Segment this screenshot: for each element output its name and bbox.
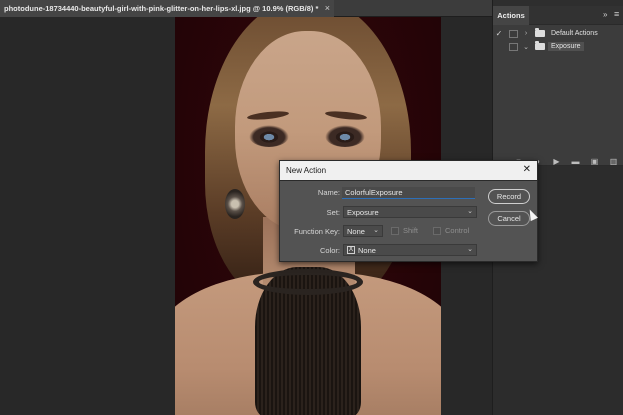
action-set-label: Default Actions bbox=[551, 30, 598, 37]
expand-chevron-icon[interactable]: › bbox=[520, 30, 532, 37]
new-action-dialog: New Action ✕ Name: ColorfulExposure Set:… bbox=[279, 160, 538, 262]
record-button[interactable]: Record bbox=[488, 189, 530, 204]
collapse-panel-icon[interactable]: » bbox=[603, 10, 607, 19]
action-set-default-actions[interactable]: ✓ › Default Actions bbox=[493, 27, 623, 40]
set-dropdown-value: Exposure bbox=[347, 207, 379, 217]
shift-checkbox[interactable] bbox=[391, 227, 399, 235]
toggle-item-checkmark-icon[interactable]: ✓ bbox=[493, 29, 505, 38]
chevron-down-icon: ⌄ bbox=[373, 227, 379, 234]
actions-panel-header: Actions » ≡ bbox=[493, 6, 623, 25]
no-color-swatch-icon: X bbox=[347, 246, 355, 254]
function-key-label: Function Key: bbox=[294, 227, 340, 236]
document-tab-bar: photodune-18734440-beautyful-girl-with-p… bbox=[0, 0, 492, 17]
folder-icon bbox=[535, 41, 545, 50]
toggle-dialog-icon[interactable] bbox=[509, 42, 518, 51]
panel-menu-icon[interactable]: ≡ bbox=[614, 9, 619, 19]
name-label: Name: bbox=[317, 188, 340, 197]
color-dropdown-value: None bbox=[358, 245, 376, 255]
photo-necklace-band bbox=[253, 269, 363, 295]
chevron-down-icon: ⌄ bbox=[467, 208, 473, 215]
shift-label: Shift bbox=[403, 226, 419, 235]
action-name-input[interactable]: ColorfulExposure bbox=[342, 187, 475, 199]
cancel-button[interactable]: Cancel bbox=[488, 211, 530, 226]
close-tab-icon[interactable]: × bbox=[325, 3, 330, 13]
photo-left-eye bbox=[249, 125, 289, 147]
chevron-down-icon: ⌄ bbox=[467, 246, 473, 253]
document-tab-title: photodune-18734440-beautyful-girl-with-p… bbox=[4, 4, 319, 13]
color-dropdown[interactable]: X None ⌄ bbox=[343, 244, 477, 256]
dialog-body: Name: ColorfulExposure Set: Exposure ⌄ F… bbox=[280, 180, 537, 261]
actions-panel-tab[interactable]: Actions bbox=[493, 6, 529, 25]
function-key-dropdown[interactable]: None ⌄ bbox=[343, 225, 383, 237]
close-icon[interactable]: ✕ bbox=[523, 164, 531, 175]
function-key-value: None bbox=[347, 226, 365, 236]
dialog-title: New Action bbox=[286, 166, 327, 175]
action-set-label: Exposure bbox=[548, 42, 584, 51]
dialog-titlebar[interactable]: New Action ✕ bbox=[280, 161, 537, 180]
photo-earring bbox=[225, 189, 245, 219]
collapse-chevron-icon[interactable]: ⌄ bbox=[520, 43, 532, 51]
set-dropdown[interactable]: Exposure ⌄ bbox=[343, 206, 477, 218]
color-label: Color: bbox=[319, 246, 340, 255]
control-label: Control bbox=[445, 226, 470, 235]
document-tab[interactable]: photodune-18734440-beautyful-girl-with-p… bbox=[0, 0, 334, 17]
action-set-exposure[interactable]: ⌄ Exposure bbox=[493, 40, 623, 53]
control-checkbox[interactable] bbox=[433, 227, 441, 235]
toggle-dialog-icon[interactable] bbox=[509, 29, 518, 38]
folder-icon bbox=[535, 28, 545, 37]
photo-right-eye bbox=[325, 125, 365, 147]
set-label: Set: bbox=[326, 208, 340, 217]
